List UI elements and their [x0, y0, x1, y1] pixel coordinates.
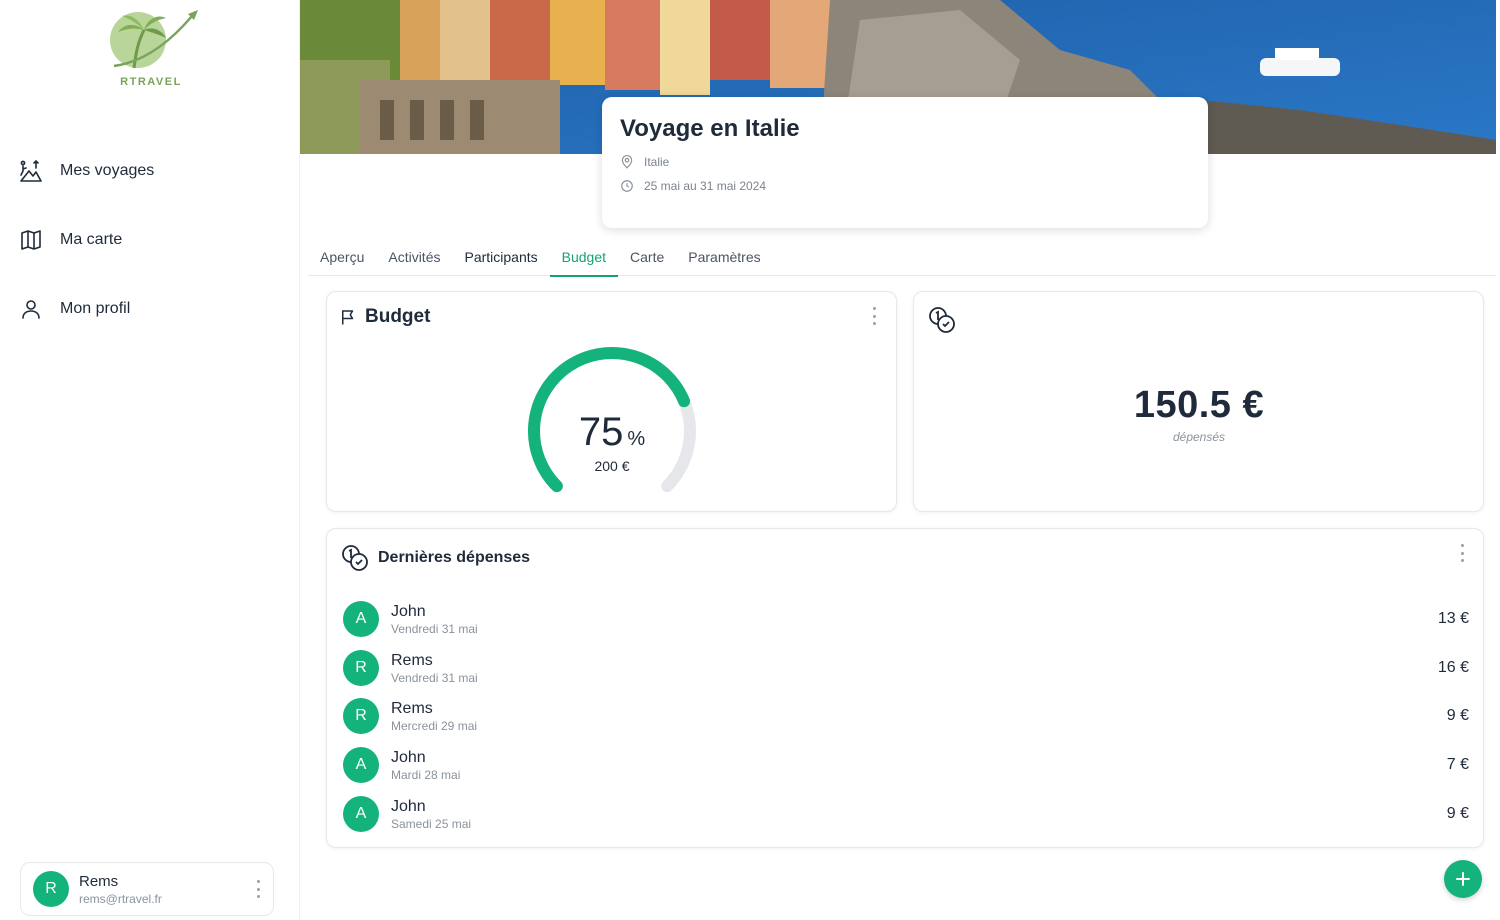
expense-row[interactable]: R Rems Vendredi 31 mai 16 €	[343, 646, 1469, 690]
expense-row[interactable]: A John Samedi 25 mai 9 €	[343, 792, 1469, 836]
trip-dates: 25 mai au 31 mai 2024	[644, 179, 767, 193]
expense-date: Mardi 28 mai	[391, 767, 461, 782]
expense-payer: Rems	[391, 699, 433, 717]
budget-card: Budget 75% 200 €	[326, 291, 897, 512]
spent-label: dépensés	[1172, 430, 1226, 444]
expense-amount: 9 €	[1446, 707, 1469, 724]
user-icon	[18, 296, 44, 322]
hiker-mountain-icon	[18, 158, 44, 184]
sidebar-item-mes-voyages[interactable]: Mes voyages	[18, 155, 278, 187]
expenses-menu-kebab-icon[interactable]	[1457, 544, 1467, 562]
palm-plane-logo-icon	[110, 10, 198, 69]
budget-percent-symbol: %	[627, 428, 646, 450]
expenses-title: Dernières dépenses	[378, 549, 531, 566]
brand-name: RTRAVEL	[120, 76, 182, 88]
sidebar-item-label: Mes voyages	[60, 162, 155, 179]
expense-amount: 16 €	[1437, 659, 1469, 676]
tab-carte[interactable]: Carte	[618, 238, 676, 276]
sidebar-item-label: Ma carte	[60, 231, 123, 248]
coins-icon	[342, 545, 368, 571]
expense-payer: John	[391, 748, 426, 766]
spent-card: 150.5 € dépensés	[913, 291, 1484, 512]
trip-header-card: Voyage en Italie Italie 25 mai au 31 mai…	[602, 97, 1208, 228]
map-icon	[18, 227, 44, 253]
tab-activites[interactable]: Activités	[376, 238, 452, 276]
latest-expenses-card: Dernières dépenses A John Vendredi 31 ma…	[326, 528, 1484, 848]
expense-date: Samedi 25 mai	[391, 816, 472, 831]
expense-date: Vendredi 31 mai	[391, 670, 478, 685]
budget-gauge	[528, 347, 696, 493]
sidebar-item-mon-profil[interactable]: Mon profil	[18, 293, 278, 325]
location-pin-icon	[621, 155, 633, 169]
rtravel-logo[interactable]: RTRAVEL	[104, 6, 200, 92]
expense-row[interactable]: R Rems Mercredi 29 mai 9 €	[343, 694, 1469, 738]
expense-payer: Rems	[391, 651, 433, 669]
plus-icon	[1456, 872, 1470, 886]
avatar: A	[343, 796, 379, 832]
trip-location: Italie	[644, 155, 670, 169]
add-expense-button[interactable]	[1444, 860, 1482, 898]
sidebar-item-label: Mon profil	[60, 300, 131, 317]
expense-payer: John	[391, 602, 426, 620]
avatar: R	[33, 871, 69, 907]
tab-apercu[interactable]: Aperçu	[308, 238, 376, 276]
avatar: R	[343, 698, 379, 734]
budget-total: 200 €	[594, 458, 630, 474]
expense-date: Mercredi 29 mai	[391, 718, 478, 733]
tab-participants[interactable]: Participants	[452, 238, 549, 276]
avatar: R	[343, 650, 379, 686]
expense-amount: 13 €	[1437, 610, 1469, 627]
spent-amount: 150.5 €	[1133, 384, 1265, 426]
sidebar-item-ma-carte[interactable]: Ma carte	[18, 224, 278, 256]
tab-budget[interactable]: Budget	[549, 238, 619, 277]
budget-percent: 75%	[327, 410, 897, 455]
clock-icon	[621, 180, 633, 192]
avatar: A	[343, 601, 379, 637]
expense-row[interactable]: A John Mardi 28 mai 7 €	[343, 743, 1469, 787]
tab-parametres[interactable]: Paramètres	[676, 238, 772, 276]
user-email: rems@rtravel.fr	[79, 891, 162, 906]
current-user-card[interactable]: R Rems rems@rtravel.fr	[20, 862, 274, 916]
expense-amount: 9 €	[1446, 805, 1469, 822]
expense-payer: John	[391, 797, 426, 815]
avatar: A	[343, 747, 379, 783]
expense-date: Vendredi 31 mai	[391, 621, 478, 636]
expense-amount: 7 €	[1446, 756, 1469, 773]
app: RTRAVEL Mes voyages Ma carte Mon profil …	[0, 0, 1500, 920]
trip-title: Voyage en Italie	[620, 115, 800, 142]
budget-percent-value: 75	[578, 410, 624, 454]
user-menu-kebab-icon[interactable]	[253, 880, 263, 898]
trip-tabs: Aperçu Activités Participants Budget Car…	[308, 238, 1496, 277]
expense-row[interactable]: A John Vendredi 31 mai 13 €	[343, 597, 1469, 641]
coins-icon	[929, 307, 955, 333]
user-name: Rems	[79, 872, 119, 890]
sidebar: RTRAVEL Mes voyages Ma carte Mon profil …	[0, 0, 300, 920]
